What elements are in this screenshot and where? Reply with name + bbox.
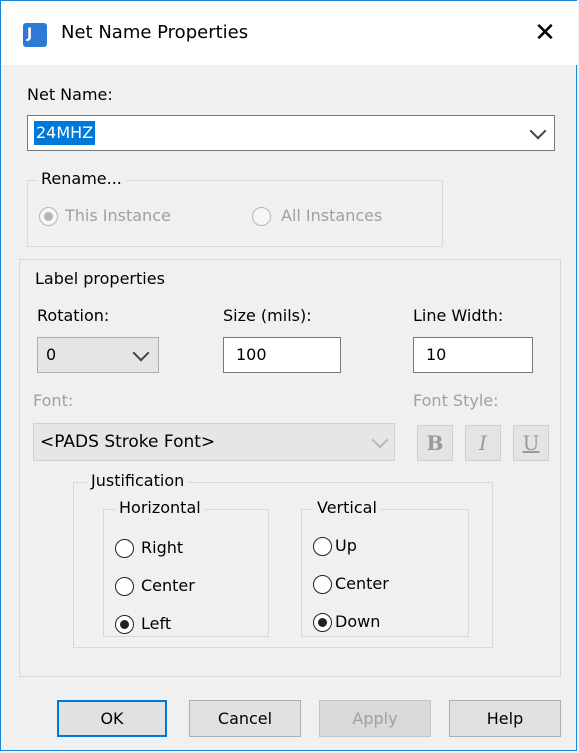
radio-horizontal-center[interactable] <box>115 577 134 596</box>
size-label: Size (mils): <box>223 306 312 325</box>
chevron-down-icon <box>371 431 389 449</box>
font-style-label: Font Style: <box>413 391 499 410</box>
net-name-label: Net Name: <box>27 85 113 104</box>
bold-button[interactable]: B <box>417 425 453 461</box>
rotation-value: 0 <box>46 345 57 364</box>
title-bar: J Net Name Properties ✕ <box>1 1 578 65</box>
cancel-button[interactable]: Cancel <box>189 700 301 737</box>
vertical-down-label: Down <box>335 612 381 631</box>
font-combobox[interactable]: <PADS Stroke Font> <box>33 423 395 461</box>
net-name-properties-dialog: J Net Name Properties ✕ Net Name: 24MHZ … <box>0 0 578 751</box>
this-instance-label: This Instance <box>65 206 171 225</box>
rotation-combobox[interactable]: 0 <box>37 337 159 373</box>
rename-group-title: Rename... <box>37 169 126 188</box>
horizontal-title: Horizontal <box>115 498 205 517</box>
radio-horizontal-right[interactable] <box>115 539 134 558</box>
app-icon: J <box>23 23 47 47</box>
close-icon: ✕ <box>534 18 556 48</box>
font-value: <PADS Stroke Font> <box>40 432 216 452</box>
dialog-title: Net Name Properties <box>61 22 249 43</box>
horizontal-center-label: Center <box>141 576 195 595</box>
chevron-down-icon <box>529 122 547 140</box>
apply-button[interactable]: Apply <box>319 700 431 737</box>
vertical-title: Vertical <box>313 498 381 517</box>
font-label: Font: <box>33 391 74 410</box>
label-properties-title: Label properties <box>31 269 169 288</box>
rotation-label: Rotation: <box>37 306 110 325</box>
radio-horizontal-left[interactable] <box>115 615 134 634</box>
horizontal-right-label: Right <box>141 538 184 557</box>
all-instances-label: All Instances <box>281 206 383 225</box>
radio-vertical-center[interactable] <box>313 575 332 594</box>
horizontal-left-label: Left <box>141 614 172 633</box>
help-button[interactable]: Help <box>449 700 561 737</box>
italic-button[interactable]: I <box>465 425 501 461</box>
vertical-up-label: Up <box>335 536 357 555</box>
ok-button[interactable]: OK <box>57 700 167 737</box>
close-button[interactable]: ✕ <box>521 15 569 51</box>
radio-all-instances[interactable] <box>252 207 271 226</box>
radio-vertical-up[interactable] <box>313 537 332 556</box>
radio-vertical-down[interactable] <box>313 613 332 632</box>
radio-this-instance[interactable] <box>39 207 58 226</box>
size-input[interactable]: 100 <box>223 337 341 373</box>
net-name-combobox[interactable]: 24MHZ <box>27 115 555 151</box>
vertical-center-label: Center <box>335 574 389 593</box>
line-width-input[interactable]: 10 <box>413 337 533 373</box>
justification-title: Justification <box>87 471 189 490</box>
net-name-value: 24MHZ <box>34 121 96 145</box>
underline-button[interactable]: U <box>513 425 549 461</box>
line-width-label: Line Width: <box>413 306 504 325</box>
chevron-down-icon <box>132 344 150 362</box>
